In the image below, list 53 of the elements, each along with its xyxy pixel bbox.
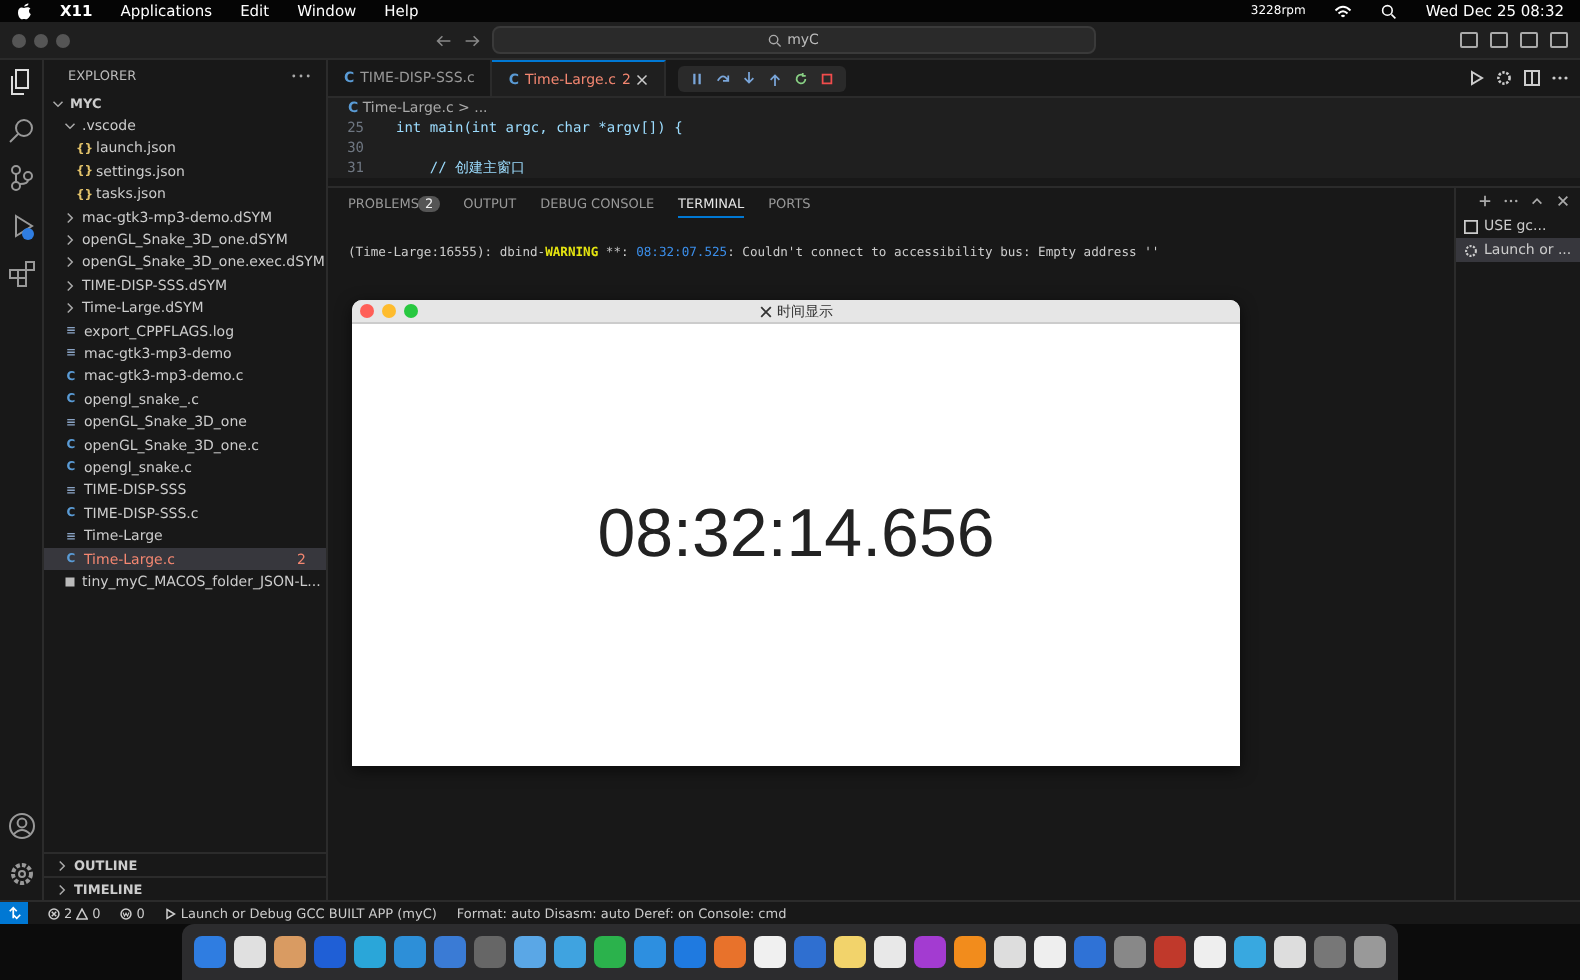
split-editor-icon[interactable] [1524,70,1540,86]
restart-icon[interactable] [794,71,809,85]
app-icon[interactable] [834,936,866,968]
extensions-icon[interactable] [7,260,35,288]
app-icon[interactable] [1354,936,1386,968]
app-icon[interactable] [1234,936,1266,968]
remote-icon [7,906,21,920]
step-into-icon[interactable] [742,71,757,85]
play-icon [164,907,177,919]
clock-display: 08:32:14.656 [597,496,995,574]
gear-icon [1464,243,1478,257]
app-icon[interactable] [1274,936,1306,968]
step-over-icon[interactable] [716,71,731,85]
account-icon[interactable] [7,812,35,840]
ports-icon [120,907,133,919]
terminal-icon [1464,219,1478,233]
app-icon[interactable] [994,936,1026,968]
app-icon[interactable] [514,936,546,968]
stop-icon[interactable] [820,71,835,85]
close-icon[interactable] [1556,194,1570,208]
app-icon[interactable] [594,936,626,968]
search-icon[interactable] [1379,3,1398,19]
app-icon[interactable] [554,936,586,968]
app-icon[interactable] [754,936,786,968]
maximize-icon[interactable] [1530,194,1544,208]
settings-icon[interactable] [7,860,35,888]
app-icon[interactable] [954,936,986,968]
archive-file-icon [64,575,76,588]
step-out-icon[interactable] [768,71,783,85]
app-icon[interactable] [354,936,386,968]
app-icon[interactable] [234,936,266,968]
back-arrow-icon[interactable] [435,33,451,47]
warning-icon [76,907,89,919]
pause-icon[interactable] [690,71,705,85]
app-icon[interactable] [874,936,906,968]
apple-logo-icon[interactable] [16,2,32,20]
search-icon [767,33,782,47]
source-control-icon[interactable] [7,164,35,192]
error-icon [48,907,60,919]
x-logo-icon [759,305,771,317]
run-icon[interactable] [1468,70,1484,86]
add-terminal-icon[interactable] [1478,194,1492,208]
app-icon[interactable] [1194,936,1226,968]
files-icon[interactable] [7,68,35,96]
forward-arrow-icon[interactable] [463,33,479,47]
settings-icon[interactable] [1496,70,1512,86]
close-icon[interactable] [636,73,649,85]
app-icon[interactable] [1034,936,1066,968]
search-icon[interactable] [7,116,35,144]
remote-button[interactable] [0,902,28,924]
more-icon[interactable] [1504,194,1518,208]
wifi-icon[interactable] [1333,3,1352,19]
app-icon[interactable] [274,936,306,968]
